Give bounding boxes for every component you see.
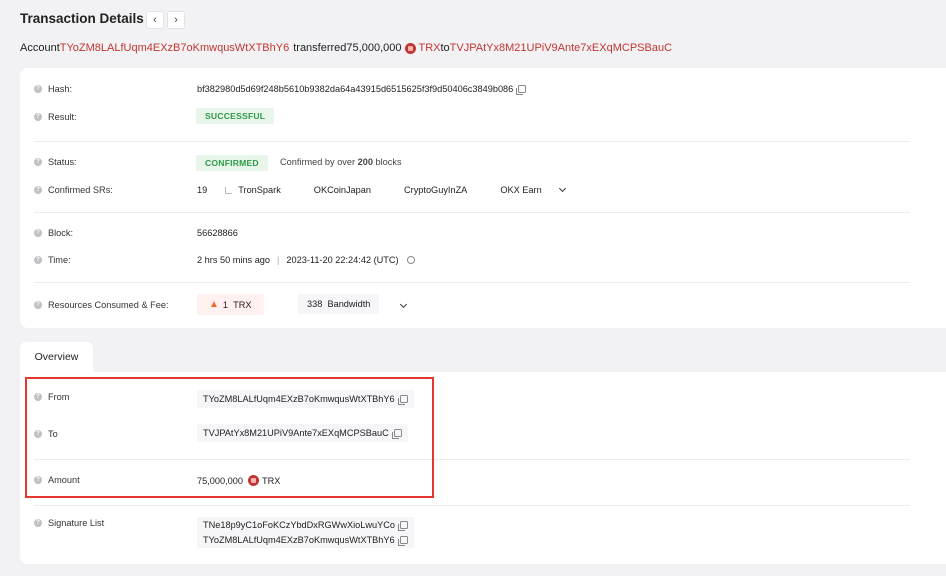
sr-logo-icon: [300, 186, 308, 194]
help-icon: ?: [34, 113, 42, 121]
block-value-link[interactable]: 56628866: [197, 228, 238, 238]
details-card: [20, 68, 946, 328]
help-icon: ?: [34, 301, 42, 309]
from-address-link[interactable]: TYoZM8LALfUqm4EXzB7oKmwqusWtXTBhY6: [60, 42, 289, 54]
status-label: ? Status:: [34, 157, 77, 167]
signature-item: TYoZM8LALfUqm4EXzB7oKmwqusWtXTBhY6: [197, 532, 414, 548]
sr-item[interactable]: OKCoinJapan: [300, 185, 371, 195]
hash-value: bf382980d5d69f248b5610b9382da64a43915d65…: [197, 84, 527, 95]
confirmed-srs-label: ? Confirmed SRs:: [34, 185, 113, 195]
flame-icon: ▲: [209, 299, 219, 310]
copy-icon[interactable]: [398, 521, 408, 531]
tab-overview[interactable]: Overview: [20, 342, 93, 372]
sr-logo-icon: [487, 186, 495, 194]
sr-item[interactable]: OKX Earn: [487, 185, 542, 195]
divider: [34, 212, 910, 213]
sr-item[interactable]: CryptoGuyInZA: [391, 185, 467, 195]
trx-token-icon: [405, 42, 417, 54]
expand-srs-chevron-icon[interactable]: [558, 184, 566, 193]
fee-label: ? Resources Consumed & Fee:: [34, 300, 169, 310]
time-value: 2 hrs 50 mins ago | 2023-11-20 22:24:42 …: [197, 255, 415, 265]
result-badge: SUCCESSFUL: [196, 108, 275, 124]
fee-badge: ▲ 1 TRX: [197, 294, 264, 315]
hash-label: ? Hash:: [34, 84, 72, 94]
action-text: transferred: [293, 42, 347, 54]
help-icon: ?: [34, 229, 42, 237]
block-label: ? Block:: [34, 228, 73, 238]
signature-list-label: ? Signature List: [34, 518, 104, 528]
timezone-switch-icon[interactable]: [406, 256, 415, 264]
signature-item: TNe18p9yC1oFoKCzYbdDxRGWwXioLwuYCo: [197, 517, 414, 533]
signature-address-link[interactable]: TYoZM8LALfUqm4EXzB7oKmwqusWtXTBhY6: [203, 535, 395, 545]
chevron-left-icon: ‹: [153, 14, 157, 26]
copy-icon[interactable]: [516, 85, 527, 95]
help-icon: ?: [34, 158, 42, 166]
signature-address-link[interactable]: TNe18p9yC1oFoKCzYbdDxRGWwXioLwuYCo: [203, 520, 395, 530]
bandwidth-badge: 338 Bandwidth: [298, 294, 380, 314]
to-address-link[interactable]: TVJPAtYx8M21UPiV9Ante7xEXqMCPSBauC: [450, 42, 672, 54]
divider: [34, 505, 910, 506]
srs-count: 19: [197, 185, 208, 195]
help-icon: ?: [34, 186, 42, 194]
sr-logo-icon: [225, 186, 233, 194]
next-button[interactable]: ›: [167, 11, 185, 29]
result-label: ? Result:: [34, 112, 77, 122]
divider: [34, 282, 910, 283]
help-icon: ?: [34, 256, 42, 264]
help-icon: ?: [34, 85, 42, 93]
page-title: Transaction Details: [20, 11, 144, 26]
token-link[interactable]: TRX: [418, 42, 440, 54]
previous-button[interactable]: ‹: [146, 11, 164, 29]
sr-logo-icon: [391, 186, 398, 194]
highlight-box: [25, 377, 434, 498]
copy-icon[interactable]: [397, 536, 408, 546]
divider: [34, 141, 910, 142]
amount-text: 75,000,000: [346, 42, 402, 54]
status-badge: CONFIRMED: [196, 155, 268, 171]
chevron-right-icon: ›: [174, 14, 178, 26]
transaction-summary: Account TYoZM8LALfUqm4EXzB7oKmwqusWtXTBh…: [20, 42, 672, 54]
time-label: ? Time:: [34, 255, 71, 265]
confirmed-srs-list: 19 TronSpark OKCoinJapan CryptoGuyInZA O…: [197, 184, 566, 195]
sr-item[interactable]: TronSpark: [225, 185, 281, 195]
to-label: to: [440, 42, 450, 54]
help-icon: ?: [34, 519, 42, 527]
account-label: Account: [20, 42, 60, 54]
status-note: Confirmed by over 200 blocks: [280, 157, 402, 167]
